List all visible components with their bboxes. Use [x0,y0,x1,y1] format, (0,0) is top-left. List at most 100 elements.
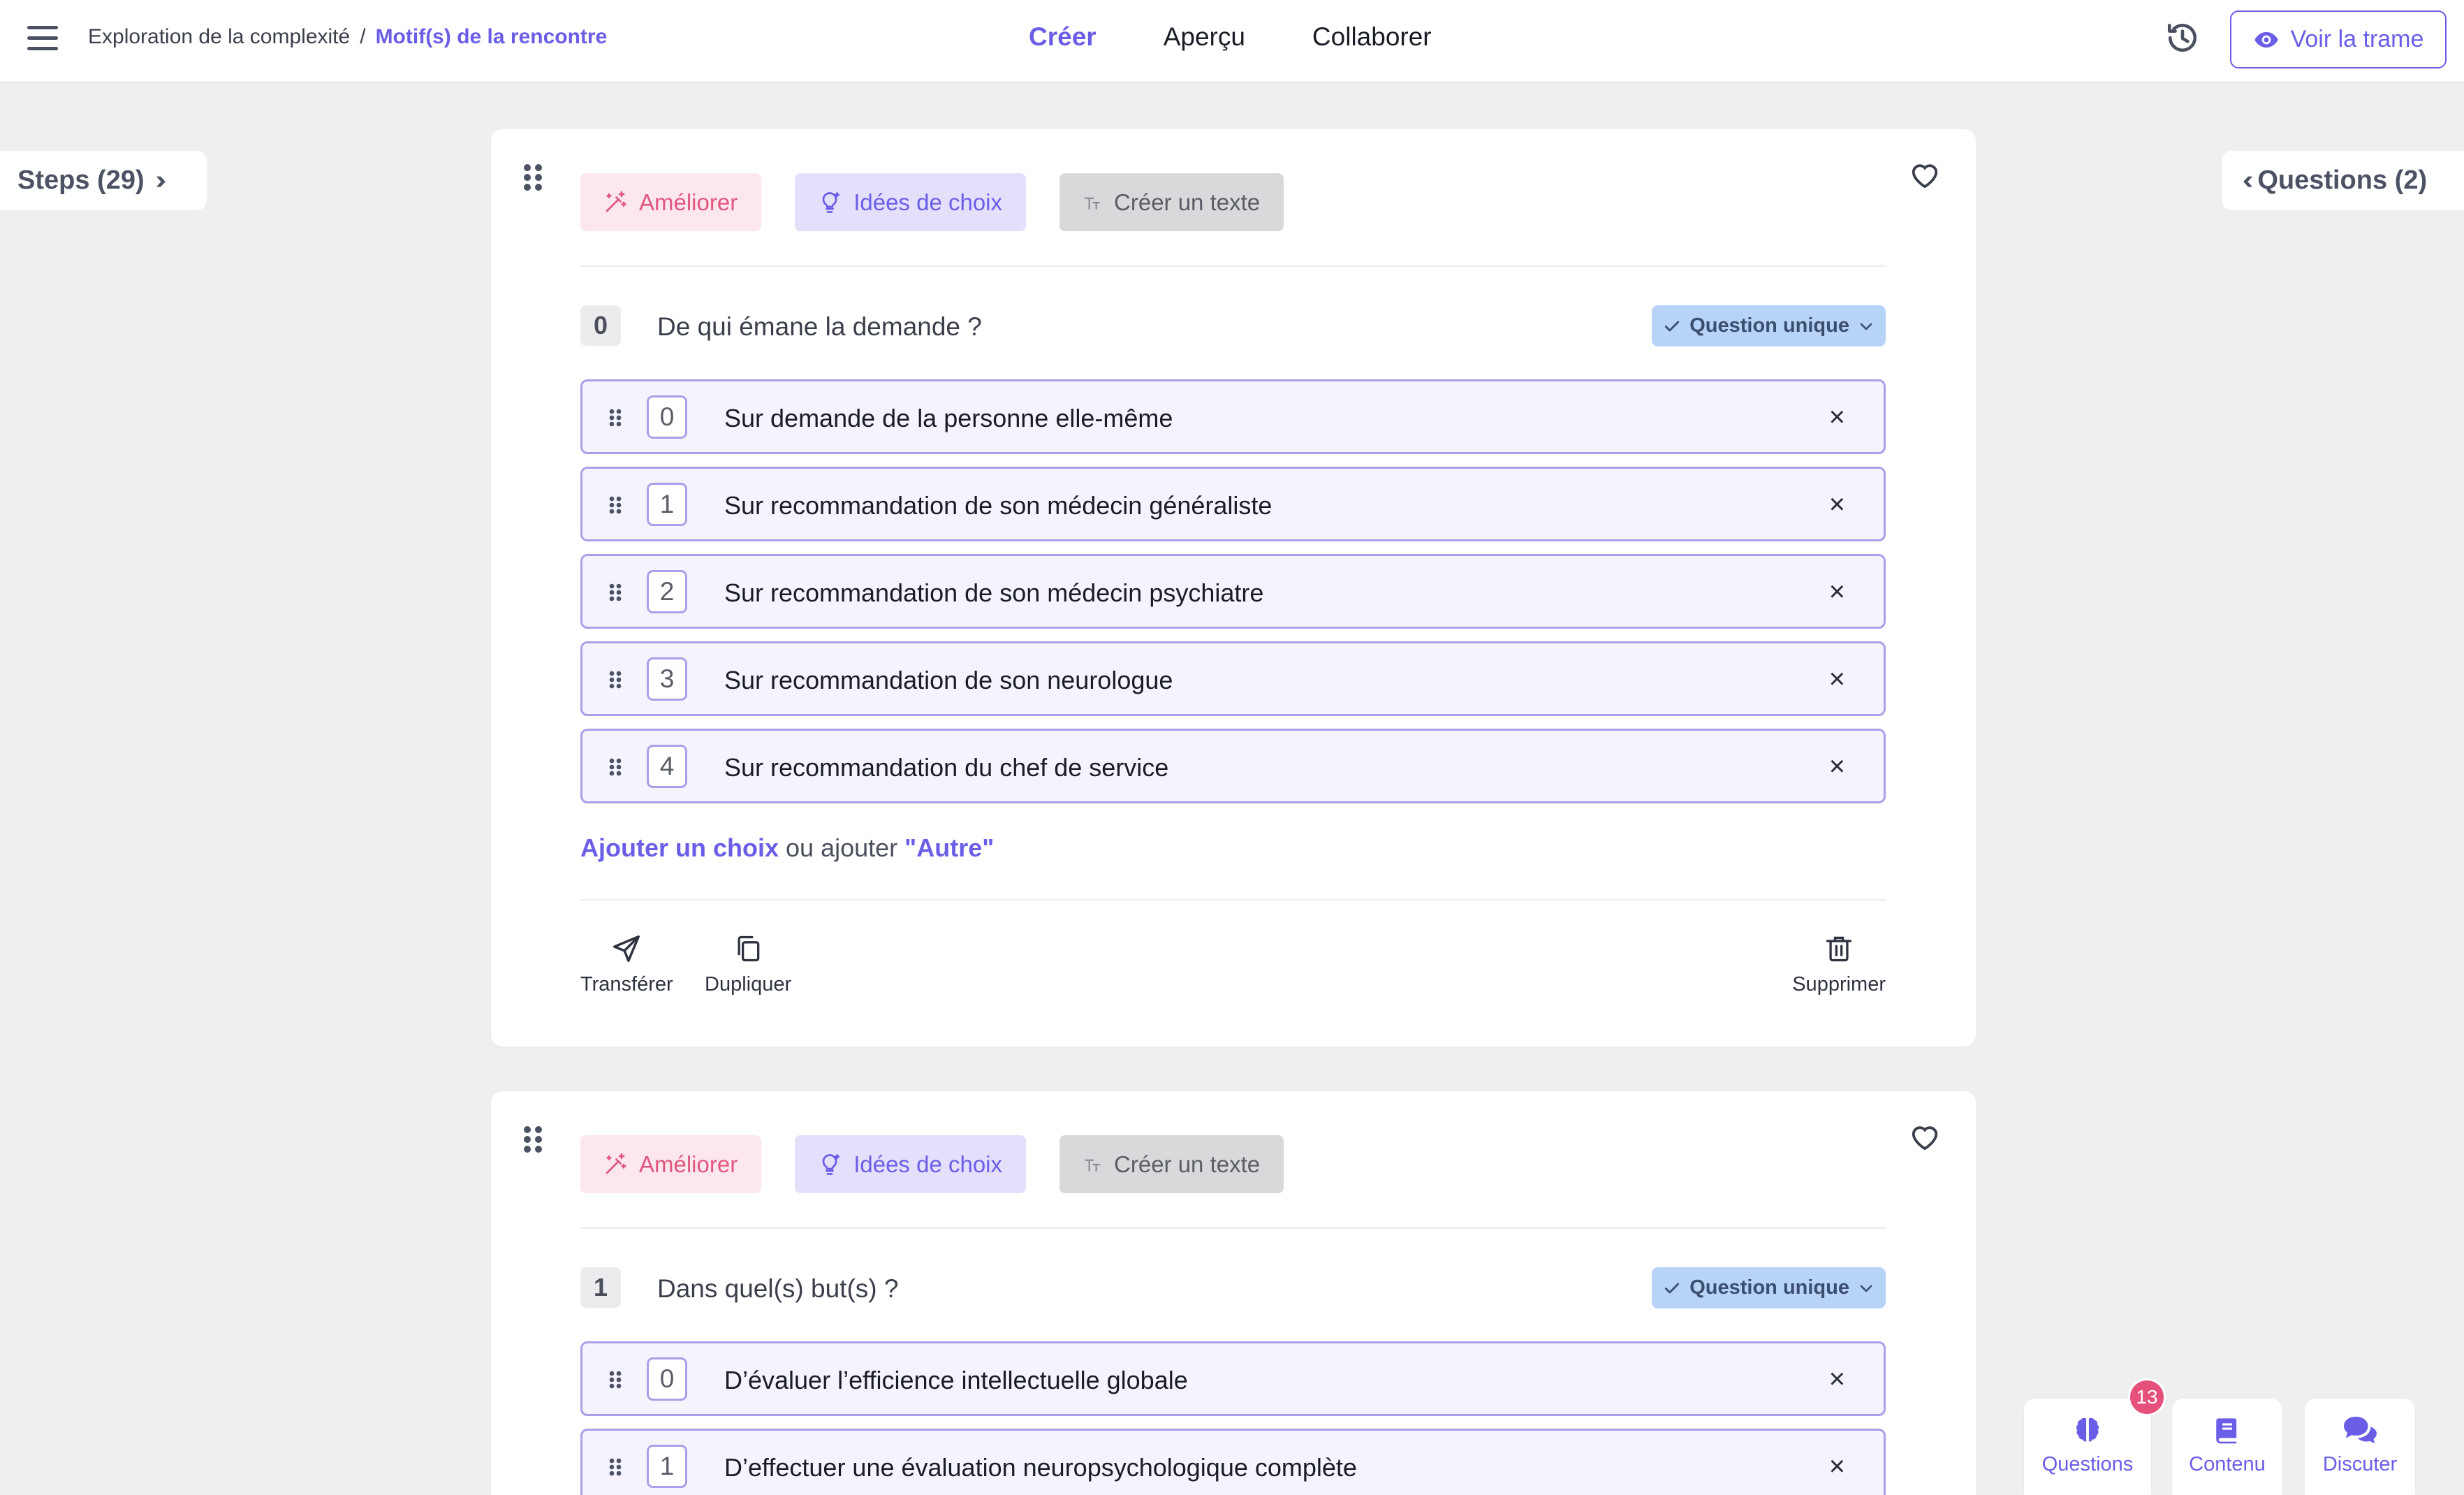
question-header: 0 De qui émane la demande ? Question uni… [580,305,1886,347]
choice-number: 0 [647,395,687,439]
choice-label[interactable]: Sur demande de la personne elle-même [724,404,1173,433]
chevron-down-icon [1860,1285,1872,1292]
breadcrumb-current[interactable]: Motif(s) de la rencontre [376,25,608,48]
close-icon[interactable]: × [1829,1452,1845,1480]
create-text-button[interactable]: Créer un texte [1059,173,1284,231]
chevrons-left-icon: ‹‹ [2243,166,2254,195]
book-icon [2216,1418,2237,1444]
tab-create[interactable]: Créer [1029,22,1097,52]
questions-label: Questions (2) [2257,166,2428,195]
improve-label: Améliorer [639,1151,738,1177]
choice-label[interactable]: D’évaluer l’efficience intellectuelle gl… [724,1366,1188,1395]
choice-number: 0 [647,1357,687,1401]
choice-label[interactable]: Sur recommandation de son neurologue [724,666,1173,695]
add-other-link[interactable]: "Autre" [904,833,994,862]
drag-handle-icon[interactable] [608,757,622,777]
choice-number: 4 [647,745,687,788]
create-text-label: Créer un texte [1114,1151,1261,1177]
delete-button[interactable]: Supprimer [1792,933,1886,996]
drag-handle-icon[interactable] [608,495,622,515]
questions-bottom-button[interactable]: Questions [2024,1399,2151,1495]
drag-handle-icon[interactable] [608,1457,622,1477]
choice-label[interactable]: Sur recommandation du chef de service [724,753,1168,782]
create-text-button[interactable]: Créer un texte [1059,1135,1284,1193]
brain-icon [2076,1417,2099,1442]
choice-row[interactable]: 1 D’effectuer une évaluation neuropsycho… [580,1429,1886,1495]
choice-label[interactable]: Sur recommandation de son médecin psychi… [724,578,1263,608]
question-title[interactable]: Dans quel(s) but(s) ? [657,1274,898,1304]
choice-row[interactable]: 3 Sur recommandation de son neurologue × [580,641,1886,716]
heart-icon[interactable] [1909,1122,1941,1151]
improve-button[interactable]: Améliorer [580,173,762,231]
history-icon[interactable] [2165,20,2200,55]
close-icon[interactable]: × [1829,1365,1845,1393]
heart-icon[interactable] [1909,160,1941,189]
delete-label: Supprimer [1792,973,1886,996]
close-icon[interactable]: × [1829,403,1845,431]
drag-handle-icon[interactable] [608,583,622,602]
add-choice-link[interactable]: Ajouter un choix [580,833,779,862]
close-icon[interactable]: × [1829,752,1845,780]
choice-label[interactable]: Sur recommandation de son médecin généra… [724,491,1272,520]
drag-handle-icon[interactable] [522,163,543,192]
tab-collaborate[interactable]: Collaborer [1312,22,1432,52]
steps-panel-toggle[interactable]: Steps (29) ›› [0,151,207,210]
choice-row[interactable]: 0 Sur demande de la personne elle-même × [580,379,1886,454]
tab-preview[interactable]: Aperçu [1164,22,1245,52]
choice-row[interactable]: 2 Sur recommandation de son médecin psyc… [580,554,1886,629]
check-icon [1665,321,1680,331]
transfer-button[interactable]: Transférer [580,933,673,996]
choice-ideas-button[interactable]: Idées de choix [795,173,1027,231]
questions-bottom-label: Questions [2041,1453,2134,1475]
question-title[interactable]: De qui émane la demande ? [657,312,982,342]
question-number: 1 [580,1267,621,1308]
trash-icon [1826,936,1852,962]
view-outline-label: Voir la trame [2290,26,2424,52]
choice-row[interactable]: 4 Sur recommandation du chef de service … [580,729,1886,803]
drag-handle-icon[interactable] [608,1370,622,1390]
choice-ideas-label: Idées de choix [853,1151,1003,1177]
choice-row[interactable]: 0 D’évaluer l’efficience intellectuelle … [580,1341,1886,1416]
lightbulb-icon [822,1153,840,1175]
choice-number: 3 [647,657,687,701]
drag-handle-icon[interactable] [522,1125,543,1154]
drag-handle-icon[interactable] [608,670,622,690]
notification-badge: 13 [2128,1378,2166,1416]
discuss-bottom-button[interactable]: Discuter [2305,1399,2415,1495]
text-size-icon [1084,197,1101,210]
duplicate-button[interactable]: Dupliquer [705,933,791,996]
question-card: Améliorer Idées de choix Créer un texte … [491,1091,1976,1495]
text-size-icon [1084,1159,1101,1172]
copy-icon [738,935,760,962]
question-type-dropdown[interactable]: Question unique [1652,305,1886,347]
divider [580,899,1886,900]
choice-ideas-button[interactable]: Idées de choix [795,1135,1027,1193]
view-outline-button[interactable]: Voir la trame [2230,10,2447,68]
close-icon[interactable]: × [1829,578,1845,606]
create-text-label: Créer un texte [1114,189,1261,215]
add-or-text: ou ajouter [786,833,898,862]
choice-ideas-label: Idées de choix [853,189,1003,215]
breadcrumb-parent[interactable]: Exploration de la complexité [88,25,350,48]
improve-label: Améliorer [639,189,738,215]
magic-wand-icon [606,1153,626,1174]
eye-icon [2254,31,2278,48]
questions-panel-toggle[interactable]: ‹‹ Questions (2) [2222,151,2464,210]
choice-number: 1 [647,483,687,526]
close-icon[interactable]: × [1829,490,1845,518]
main-tabs: Créer Aperçu Collaborer [1029,22,1432,52]
improve-button[interactable]: Améliorer [580,1135,762,1193]
choice-row[interactable]: 1 Sur recommandation de son médecin géné… [580,467,1886,541]
ai-toolbar: Améliorer Idées de choix Créer un texte [580,1135,1284,1193]
menu-icon[interactable] [27,26,58,51]
question-card: Améliorer Idées de choix Créer un texte … [491,129,1976,1046]
breadcrumb-separator: / [360,25,366,48]
choice-number: 1 [647,1445,687,1488]
choice-label[interactable]: D’effectuer une évaluation neuropsycholo… [724,1453,1357,1482]
question-type-dropdown[interactable]: Question unique [1652,1267,1886,1308]
duplicate-label: Dupliquer [705,973,792,996]
close-icon[interactable]: × [1829,665,1845,693]
drag-handle-icon[interactable] [608,408,622,428]
content-bottom-button[interactable]: Contenu [2172,1399,2282,1495]
content-bottom-label: Contenu [2189,1453,2266,1475]
